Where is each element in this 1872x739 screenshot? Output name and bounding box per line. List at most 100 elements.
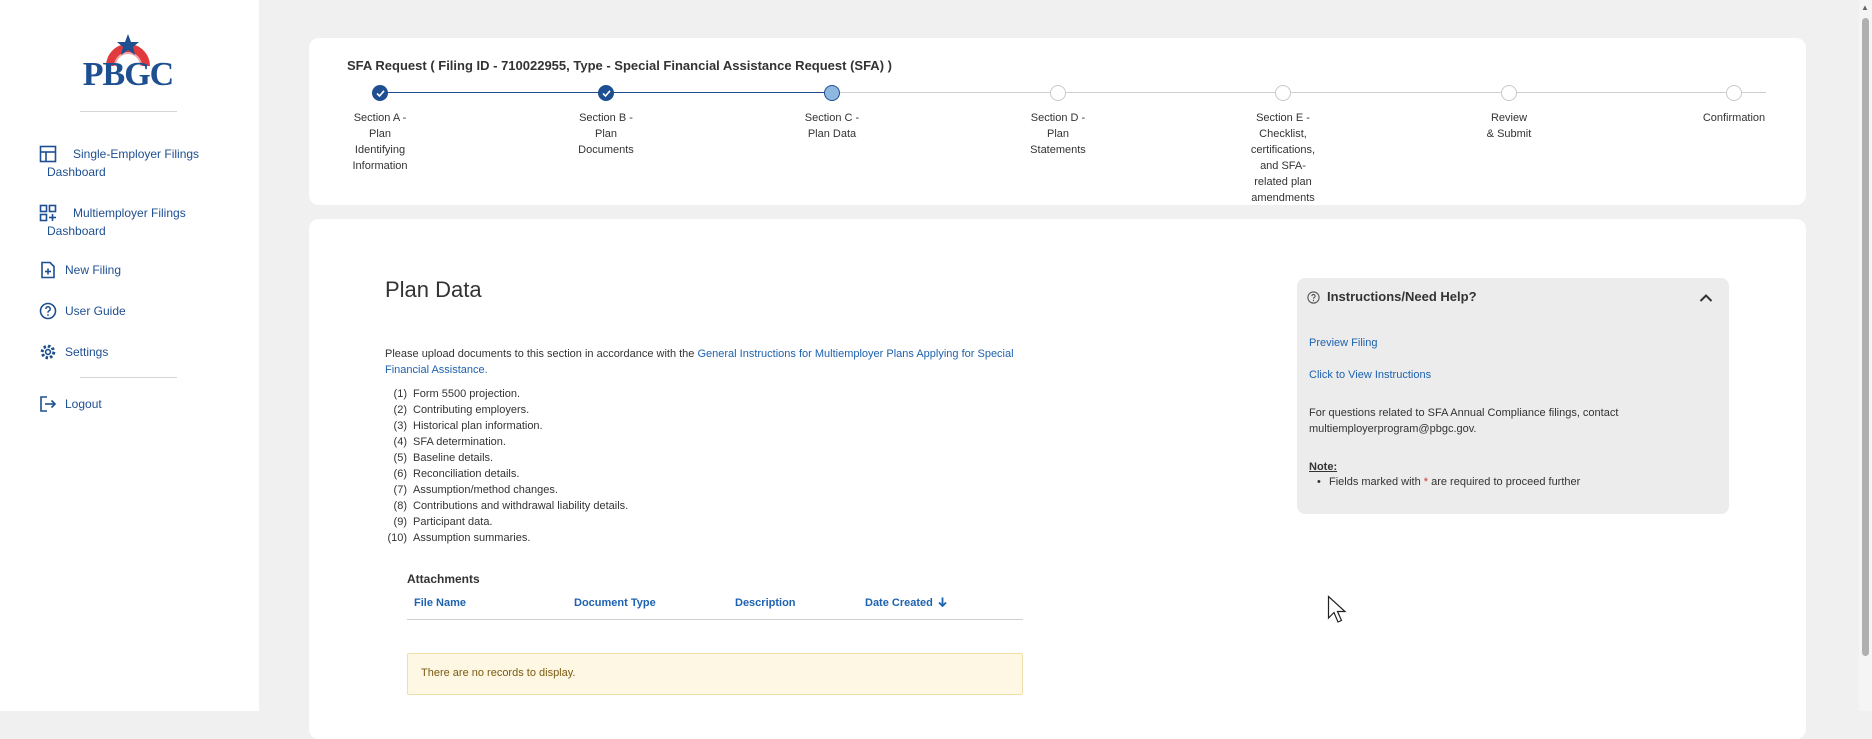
list-item: (10) Assumption summaries.: [385, 530, 628, 546]
column-header-document-type[interactable]: Document Type: [574, 597, 656, 609]
scrollbar-thumb[interactable]: [1862, 18, 1869, 656]
note-text-pre: Fields marked with: [1329, 476, 1424, 488]
sidebar-divider: [80, 377, 177, 378]
sidebar-item-label: Settings: [65, 345, 109, 359]
list-item: (4) SFA determination.: [385, 434, 628, 450]
list-item-text: Participant data.: [413, 516, 493, 528]
sidebar-item-logout[interactable]: Logout: [39, 395, 102, 413]
list-item: (2) Contributing employers.: [385, 402, 628, 418]
empty-state-message: There are no records to display.: [407, 653, 1023, 695]
step-marker-section-d[interactable]: [1050, 85, 1066, 101]
column-header-date-created-label: Date Created: [865, 597, 933, 609]
step-label-section-c: Section C - Plan Data: [804, 112, 860, 140]
list-item-text: Historical plan information.: [413, 420, 543, 432]
step-label-section-e: Section E - Checklist, certifications, a…: [1250, 112, 1316, 204]
step-connector-pending: [833, 92, 1766, 93]
progress-card: SFA Request ( Filing ID - 710022955, Typ…: [309, 38, 1806, 205]
list-item: (8) Contributions and withdrawal liabilit…: [385, 498, 629, 514]
scroll-up-icon[interactable]: ▲: [1861, 3, 1869, 12]
note-text-post: are required to proceed further: [1428, 476, 1581, 488]
document-list: (1) Form 5500 projection. (2) Contributing…: [385, 386, 628, 546]
list-item: (3) Historical plan information.: [385, 418, 628, 434]
gear-icon: [40, 344, 56, 360]
logo-text: PBGC: [82, 56, 174, 93]
sidebar-item-user-guide[interactable]: User Guide: [39, 302, 126, 320]
view-instructions-link[interactable]: Click to View Instructions: [1309, 369, 1431, 381]
step-marker-review-submit[interactable]: [1501, 85, 1517, 101]
step-label-confirmation: Confirmation: [1702, 112, 1766, 124]
list-item-number: (8): [393, 500, 407, 512]
list-item-text: Reconciliation details.: [413, 468, 520, 480]
column-header-file-name[interactable]: File Name: [414, 597, 466, 609]
list-item-number: (3): [393, 420, 407, 432]
main-card: Plan Data Please upload documents to thi…: [309, 219, 1806, 739]
step-label-section-d: Section D - Plan Statements: [1030, 112, 1086, 156]
step-label-section-a: Section A - Plan Identifying Information: [352, 112, 408, 172]
page-title: Plan Data: [385, 277, 482, 302]
list-item-text: Form 5500 projection.: [413, 388, 520, 400]
attachments-title: Attachments: [407, 572, 480, 586]
list-item-text: Baseline details.: [413, 452, 494, 464]
note-text: Fields marked with * are required to pro…: [1329, 476, 1580, 488]
sidebar-item-label: New Filing: [65, 263, 122, 277]
sidebar-item-label: User Guide: [65, 304, 126, 318]
list-item-text: SFA determination.: [413, 436, 506, 448]
sidebar-item-new-filing[interactable]: New Filing: [39, 261, 121, 279]
intro-paragraph: Please upload documents to this section …: [385, 346, 1025, 378]
step-marker-section-c[interactable]: [824, 85, 840, 101]
list-item-number: (5): [393, 452, 407, 464]
preview-filing-link[interactable]: Preview Filing: [1309, 337, 1377, 349]
list-item: (1) Form 5500 projection.: [385, 386, 628, 402]
sidebar-divider: [80, 111, 177, 112]
sidebar-item-label: Single-Employer Filings Dashboard: [47, 147, 200, 179]
list-item-number: (4): [393, 436, 407, 448]
list-item-number: (10): [387, 532, 407, 544]
list-item: (5) Baseline details.: [385, 450, 628, 466]
list-item: (9) Participant data.: [385, 514, 628, 530]
mouse-cursor-icon: [1327, 595, 1347, 623]
list-item-text: Assumption summaries.: [413, 532, 531, 544]
sidebar-item-label: Logout: [65, 397, 102, 411]
sidebar: PBGC Single-Employer Filings Dashboard M…: [0, 0, 259, 711]
list-item-number: (9): [393, 516, 407, 528]
sidebar-item-multiemployer-dashboard[interactable]: Multiemployer Filings Dashboard: [39, 204, 214, 238]
list-item-number: (2): [393, 404, 407, 416]
sidebar-item-label: Multiemployer Filings Dashboard: [47, 206, 186, 238]
note-label: Note:: [1309, 461, 1338, 473]
help-circle-icon: [39, 302, 57, 320]
pbgc-logo[interactable]: PBGC: [78, 30, 178, 94]
help-panel-header[interactable]: Instructions/Need Help?: [1307, 288, 1719, 308]
arrow-down-icon: [938, 597, 947, 608]
list-item: (6) Reconciliation details.: [385, 466, 628, 482]
list-item-text: Contributing employers.: [413, 404, 530, 416]
list-item-text: Contributions and withdrawal liability d…: [413, 500, 629, 512]
intro-text: Please upload documents to this section …: [385, 348, 698, 360]
sidebar-item-single-employer-dashboard[interactable]: Single-Employer Filings Dashboard: [39, 145, 214, 179]
check-icon: [602, 90, 611, 98]
list-item: (7) Assumption/method changes.: [385, 482, 628, 498]
column-header-date-created[interactable]: Date Created: [865, 597, 947, 609]
attachments-table-header: File Name Document Type Description Date…: [407, 591, 1023, 620]
step-marker-section-e[interactable]: [1275, 85, 1291, 101]
chevron-up-icon[interactable]: [1699, 293, 1713, 303]
sidebar-item-settings[interactable]: Settings: [39, 343, 108, 361]
step-label-review-submit: Review & Submit: [1486, 112, 1532, 140]
file-add-icon: [41, 261, 55, 279]
bullet-icon: •: [1317, 476, 1321, 488]
step-marker-section-a[interactable]: [372, 85, 388, 101]
list-item-number: (1): [393, 388, 407, 400]
page-scrollbar[interactable]: ▲: [1859, 0, 1872, 711]
note-item: • Fields marked with * are required to p…: [1317, 476, 1580, 488]
column-header-description[interactable]: Description: [735, 597, 796, 609]
list-item-number: (7): [393, 484, 407, 496]
filing-title: SFA Request ( Filing ID - 710022955, Typ…: [347, 58, 892, 73]
help-panel: Instructions/Need Help? Preview Filing C…: [1297, 278, 1729, 514]
contact-text: For questions related to SFA Annual Comp…: [1309, 407, 1619, 435]
check-icon: [376, 90, 385, 98]
step-marker-section-b[interactable]: [598, 85, 614, 101]
step-label-section-b: Section B - Plan Documents: [578, 112, 634, 156]
list-item-number: (6): [393, 468, 407, 480]
help-panel-title: Instructions/Need Help?: [1327, 289, 1477, 304]
list-item-text: Assumption/method changes.: [413, 484, 558, 496]
step-marker-confirmation[interactable]: [1726, 85, 1742, 101]
